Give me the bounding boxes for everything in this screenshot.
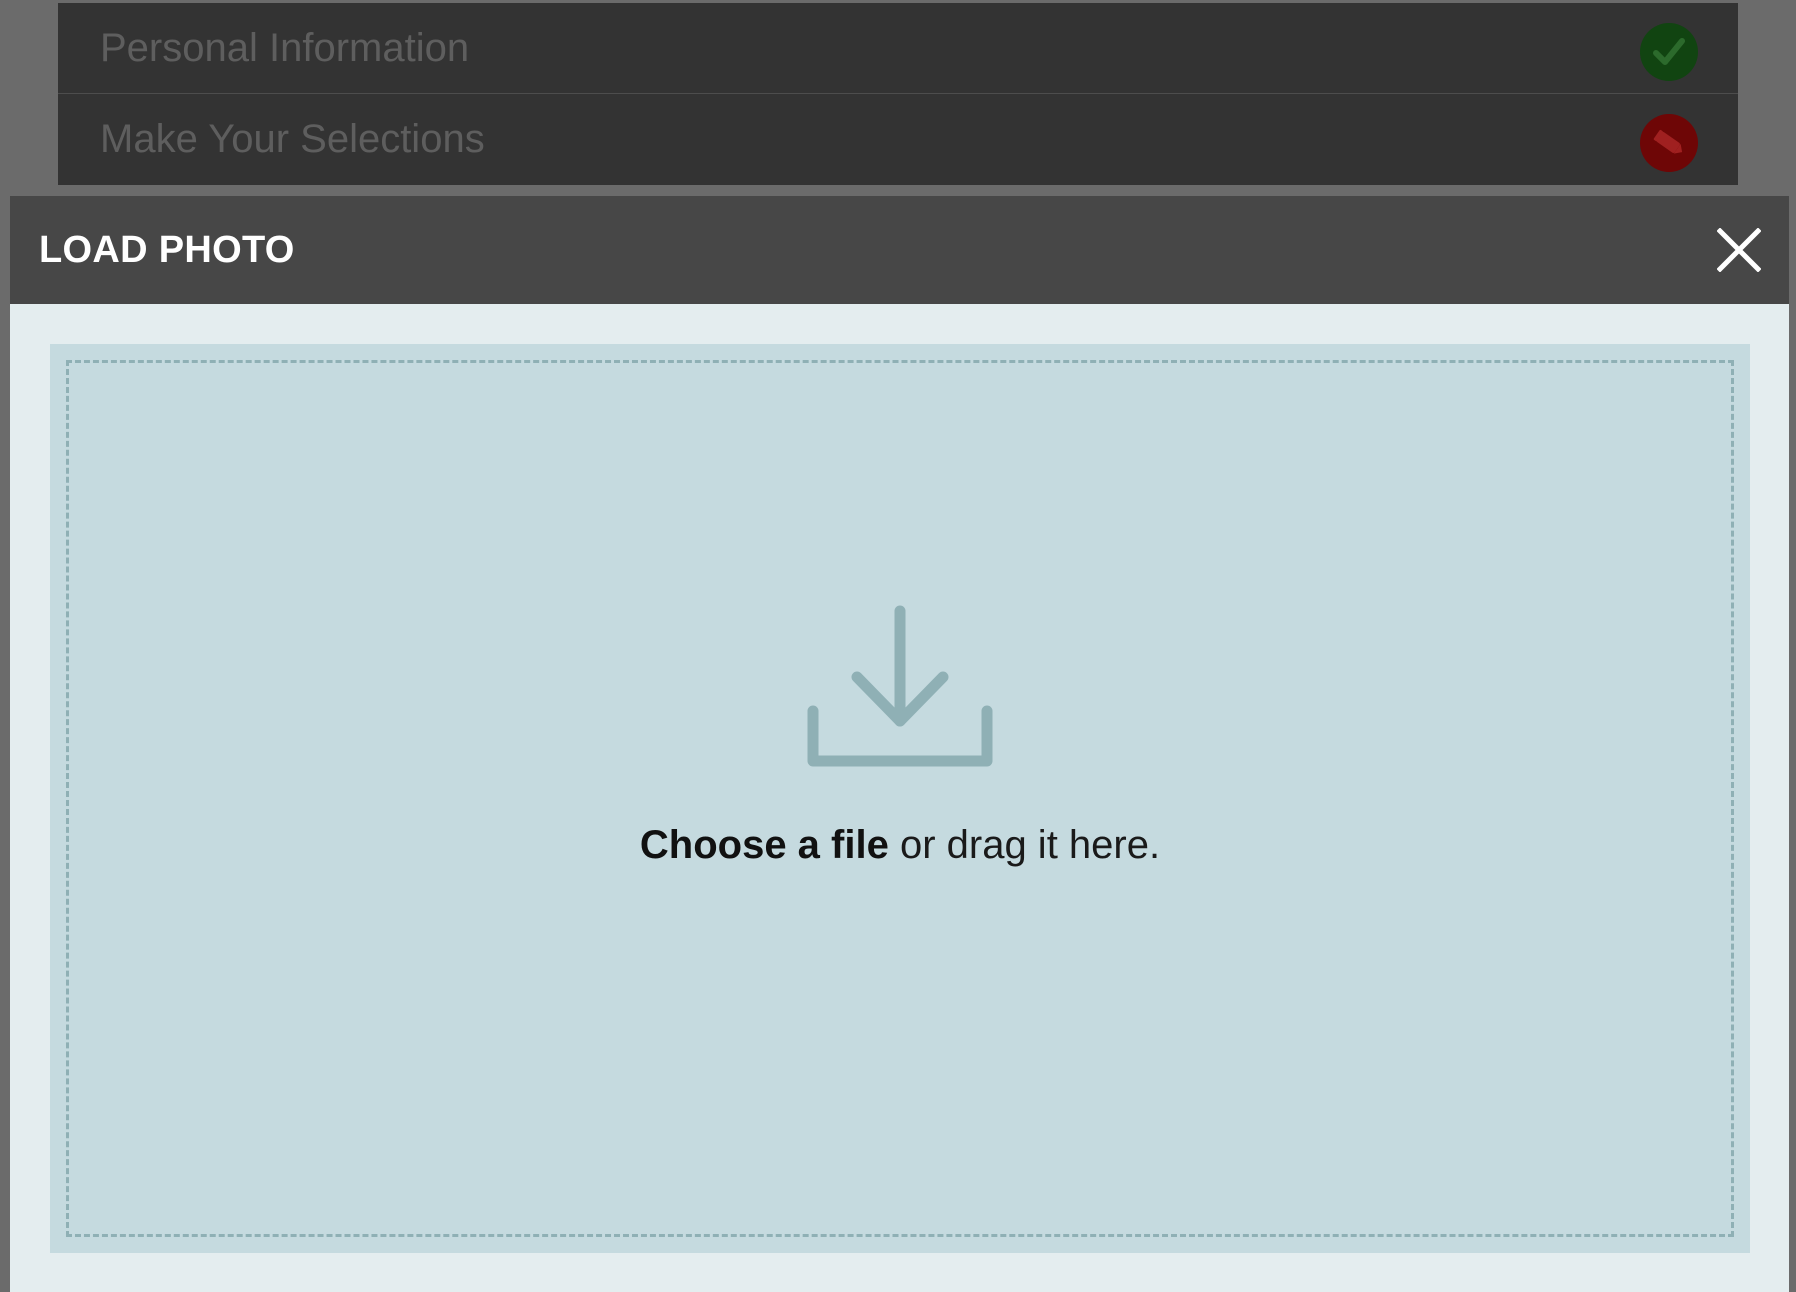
accordion-item-label: Personal Information [100, 26, 470, 70]
choose-file-link[interactable]: Choose a file [640, 823, 889, 867]
accordion-item-personal-information[interactable]: Personal Information [58, 3, 1738, 94]
modal-header: LOAD PHOTO [10, 196, 1789, 304]
dropzone-instructions: Choose a file or drag it here. [69, 823, 1731, 868]
dropzone-dashed-area[interactable]: Choose a file or drag it here. [66, 360, 1734, 1237]
download-tray-icon [805, 603, 995, 768]
photo-dropzone[interactable]: Choose a file or drag it here. [50, 344, 1750, 1253]
drag-hint-text: or drag it here. [888, 823, 1161, 867]
close-icon[interactable] [1717, 228, 1761, 272]
section-accordion: Personal Information Make Your Selection… [58, 3, 1738, 185]
pencil-icon [1640, 114, 1698, 172]
load-photo-modal: LOAD PHOTO Choose a file or drag it here… [10, 196, 1789, 1292]
accordion-item-label: Make Your Selections [100, 117, 485, 161]
modal-title: LOAD PHOTO [39, 229, 295, 271]
accordion-item-make-your-selections[interactable]: Make Your Selections [58, 94, 1738, 185]
checkmark-icon [1640, 23, 1698, 81]
